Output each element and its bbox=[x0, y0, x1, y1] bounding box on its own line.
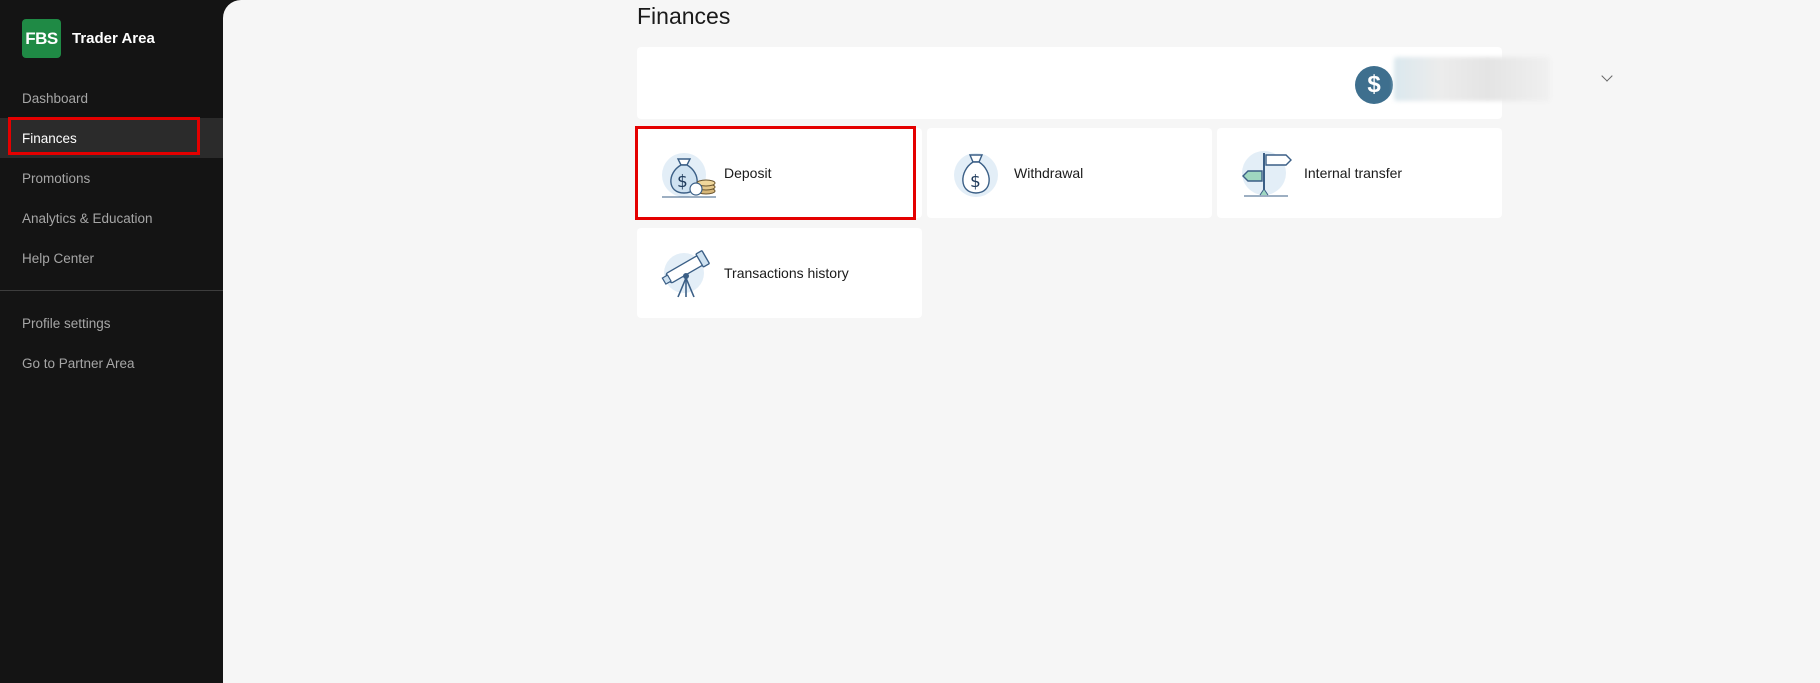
internal-transfer-card[interactable]: Internal transfer bbox=[1217, 128, 1502, 218]
sidebar-item-promotions[interactable]: Promotions bbox=[0, 158, 223, 198]
account-info-redacted bbox=[1394, 57, 1550, 101]
sidebar-item-analytics-education[interactable]: Analytics & Education bbox=[0, 198, 223, 238]
account-selector[interactable]: $ bbox=[637, 47, 1613, 119]
internal-transfer-label: Internal transfer bbox=[1304, 165, 1403, 181]
brand-logo[interactable]: FBS Trader Area bbox=[22, 19, 155, 58]
chevron-down-icon[interactable] bbox=[1601, 70, 1613, 82]
deposit-card[interactable]: $ Deposit bbox=[635, 126, 922, 220]
telescope-icon bbox=[661, 250, 710, 298]
sidebar-divider bbox=[0, 290, 223, 291]
transactions-history-label: Transactions history bbox=[724, 265, 849, 281]
sidebar: FBS Trader Area Dashboard Finances Promo… bbox=[0, 0, 223, 683]
main-content: Finances $ $ Deposit $ Withdrawal Intern… bbox=[223, 0, 1820, 683]
money-bag-icon: $ bbox=[954, 153, 998, 197]
svg-text:$: $ bbox=[677, 172, 688, 192]
transactions-history-card[interactable]: Transactions history bbox=[637, 228, 922, 318]
money-bag-coins-icon: $ bbox=[662, 153, 716, 198]
sidebar-nav: Dashboard Finances Promotions Analytics … bbox=[0, 78, 223, 383]
signpost-icon bbox=[1242, 151, 1292, 197]
sidebar-item-help-center[interactable]: Help Center bbox=[0, 238, 223, 278]
sidebar-item-dashboard[interactable]: Dashboard bbox=[0, 78, 223, 118]
withdrawal-label: Withdrawal bbox=[1014, 165, 1084, 181]
sidebar-item-finances[interactable]: Finances bbox=[0, 117, 223, 158]
fbs-logo-icon: FBS bbox=[22, 19, 61, 58]
deposit-label: Deposit bbox=[724, 165, 772, 181]
app-name: Trader Area bbox=[72, 30, 155, 47]
withdrawal-card[interactable]: $ Withdrawal bbox=[927, 128, 1212, 218]
page-title: Finances bbox=[637, 3, 731, 29]
dollar-circle-icon: $ bbox=[1355, 66, 1393, 104]
sidebar-item-partner-area[interactable]: Go to Partner Area bbox=[0, 343, 223, 383]
sidebar-item-profile-settings[interactable]: Profile settings bbox=[0, 303, 223, 343]
svg-text:$: $ bbox=[970, 172, 981, 192]
